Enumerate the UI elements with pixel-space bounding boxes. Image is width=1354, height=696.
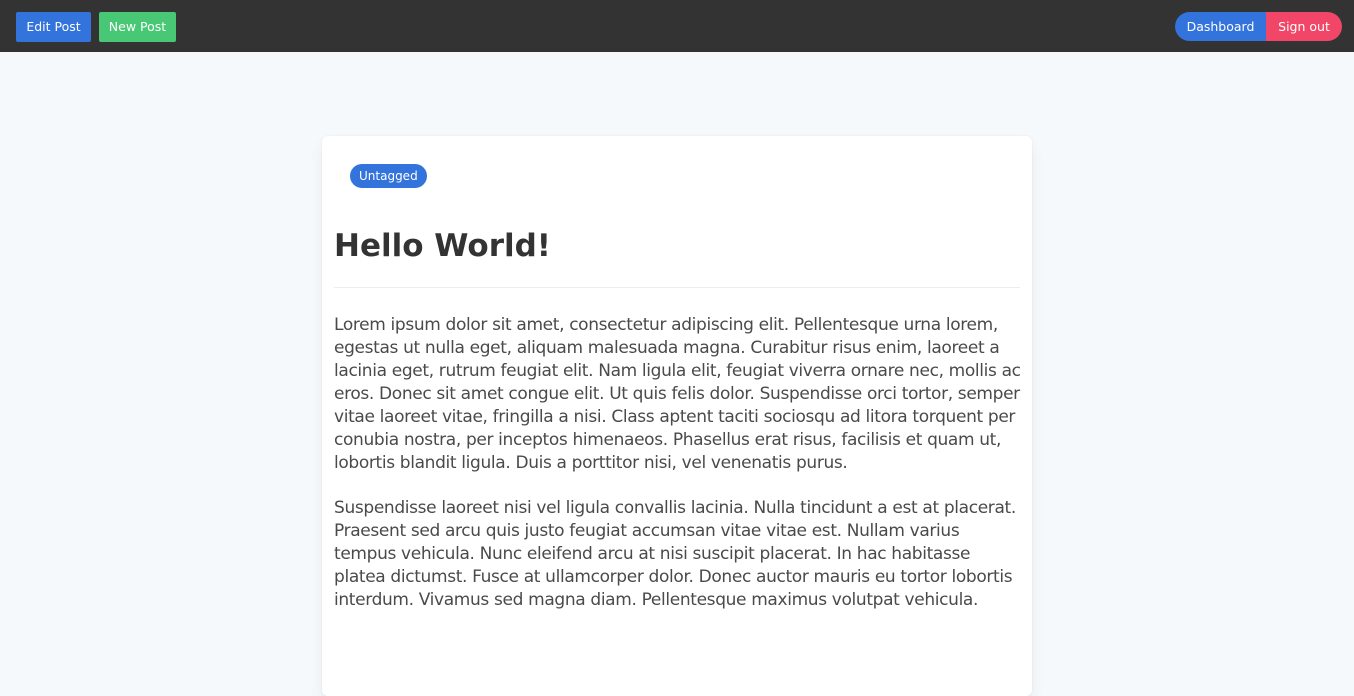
dashboard-button[interactable]: Dashboard bbox=[1175, 12, 1266, 41]
post-paragraph: Lorem ipsum dolor sit amet, consectetur … bbox=[334, 315, 1021, 473]
new-post-button[interactable]: New Post bbox=[99, 12, 176, 42]
title-divider bbox=[334, 287, 1020, 288]
post-card: Untagged Hello World! Lorem ipsum dolor … bbox=[322, 136, 1032, 696]
account-button-group: Dashboard Sign out bbox=[1175, 12, 1342, 41]
post-paragraph: Suspendisse laoreet nisi vel ligula conv… bbox=[334, 498, 1016, 610]
top-navbar: Edit Post New Post Dashboard Sign out bbox=[0, 0, 1354, 52]
sign-out-button[interactable]: Sign out bbox=[1266, 12, 1342, 41]
post-tag[interactable]: Untagged bbox=[350, 164, 427, 188]
edit-post-button[interactable]: Edit Post bbox=[16, 12, 91, 42]
post-body: Lorem ipsum dolor sit amet, consectetur … bbox=[334, 314, 1024, 634]
post-title: Hello World! bbox=[334, 228, 551, 264]
